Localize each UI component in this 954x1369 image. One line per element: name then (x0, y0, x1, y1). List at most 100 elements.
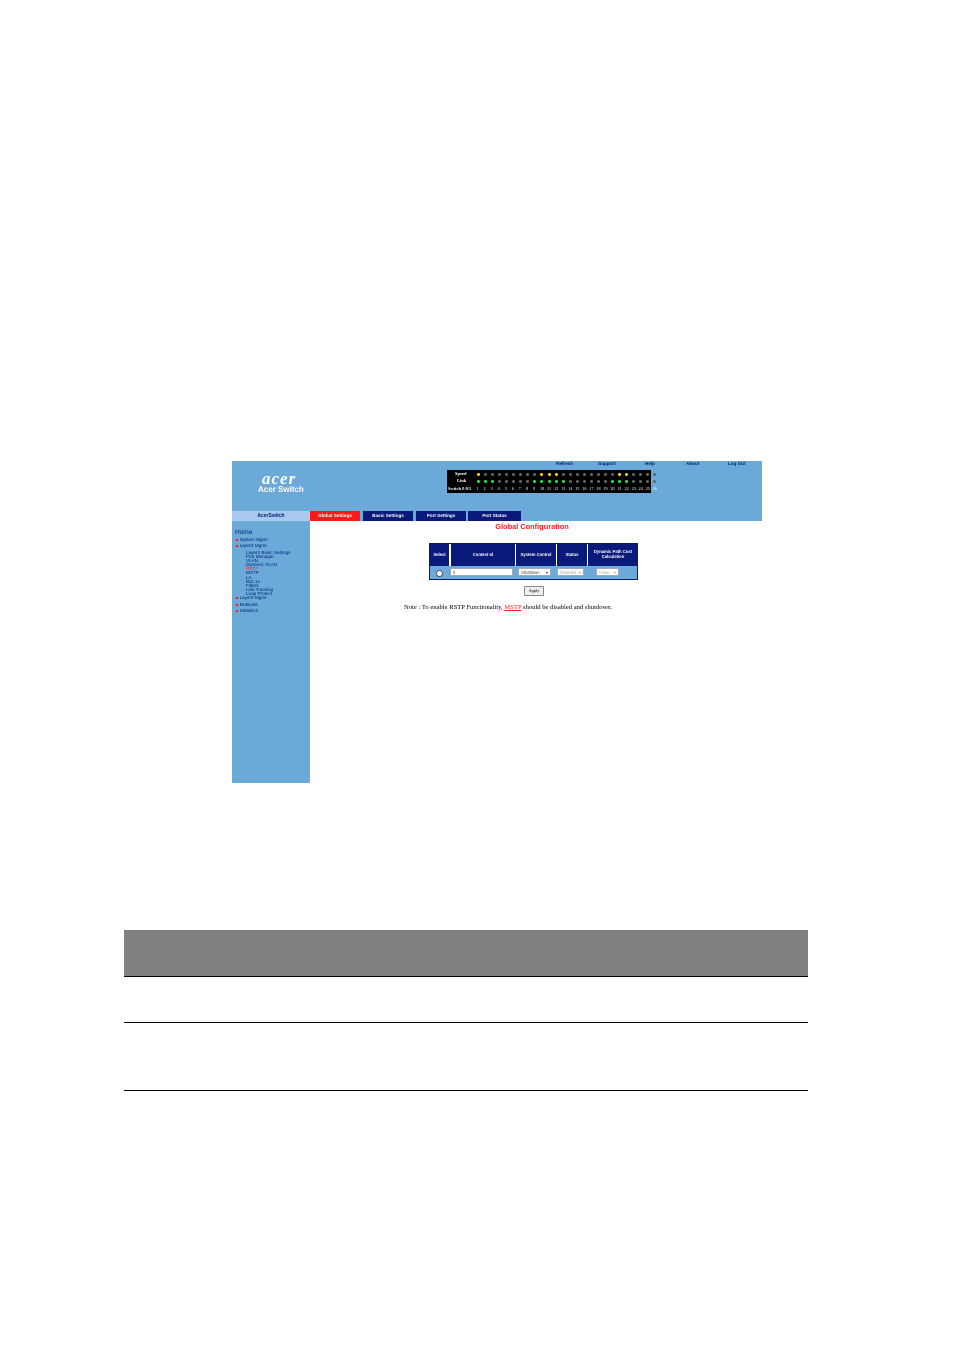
link-led (589, 480, 593, 483)
tab-global-settings[interactable]: Global Settings (310, 511, 360, 521)
speed-led (582, 473, 586, 476)
sidebar-item-label: System Mgmt (239, 537, 268, 542)
port-number: 21 (617, 486, 622, 491)
link-led (603, 480, 607, 483)
sidebar-item-layer3-mgmt[interactable]: ▶ Layer3 Mgmt (236, 595, 266, 600)
speed-led (547, 473, 551, 476)
product-name: Acer Switch (258, 485, 304, 494)
sidebar-item-system-mgmt[interactable]: ▶ System Mgmt (236, 537, 268, 542)
col-dynamic-path-cost: Dynamic Path Cost Calculation (587, 544, 638, 566)
speed-led (589, 473, 593, 476)
link-led (625, 480, 629, 483)
speed-led (568, 473, 572, 476)
mstp-link[interactable]: MSTP (504, 604, 521, 611)
table-rule (124, 1022, 808, 1023)
speed-led (526, 473, 530, 476)
speed-led (533, 473, 537, 476)
speed-led (575, 473, 579, 476)
top-link-about[interactable]: About (686, 461, 699, 466)
port-number: 17 (589, 486, 594, 491)
link-led (575, 480, 579, 483)
port-number: 5 (504, 486, 507, 491)
chevron-down-icon: ▾ (578, 570, 581, 575)
note-text: Note : To enable RSTP Functionality, MST… (404, 604, 612, 611)
link-led (610, 480, 614, 483)
link-led (512, 480, 516, 483)
speed-led (498, 473, 502, 476)
port-status-panel: Speed Link Switch 0 0/1 1 2 3 4 5 6 7 8 9 10 11 12 1… (447, 470, 657, 493)
speed-led (512, 473, 516, 476)
select-radio[interactable] (436, 570, 443, 577)
link-led (547, 480, 551, 483)
speed-led (477, 473, 480, 476)
link-led (646, 480, 650, 483)
speed-led (505, 473, 509, 476)
port-number: 13 (561, 486, 566, 491)
port-number: 19 (603, 486, 608, 491)
chevron-down-icon: ▾ (613, 570, 616, 575)
sidebar-item-statistics[interactable]: ▶ Statistics (236, 608, 258, 613)
col-system-control: System Control (515, 544, 556, 566)
speed-led (596, 473, 600, 476)
col-select: Select (430, 544, 449, 566)
link-led (526, 480, 530, 483)
col-status: Status (556, 544, 587, 566)
link-led (477, 480, 480, 483)
port-number: 16 (582, 486, 587, 491)
port-number: 15 (575, 486, 580, 491)
note-prefix: Note : To enable RSTP Functionality, (404, 604, 505, 611)
link-led (582, 480, 586, 483)
port-number: 18 (596, 486, 601, 491)
speed-led (554, 473, 558, 476)
speed-label: Speed (455, 471, 467, 476)
link-led (519, 480, 523, 483)
port-number: 9 (532, 486, 535, 491)
chevron-down-icon: ▾ (545, 570, 548, 575)
link-led (498, 480, 502, 483)
link-led (596, 480, 600, 483)
top-link-refresh[interactable]: Refresh (556, 461, 573, 466)
apply-button[interactable]: Apply (524, 586, 544, 596)
link-led (533, 480, 537, 483)
link-led (639, 480, 643, 483)
tab-port-status[interactable]: Port Status (468, 511, 521, 521)
sidebar-item-multicast[interactable]: ▶ Multicast (236, 602, 258, 607)
top-link-help[interactable]: Help (645, 461, 655, 466)
col-context-id: Context Id (450, 544, 515, 566)
sidebar-item-label: Layer2 Mgmt (239, 543, 267, 549)
top-link-log-out[interactable]: Log Out (728, 461, 746, 466)
link-led (491, 480, 495, 483)
tab-port-settings[interactable]: Port Settings (416, 511, 466, 521)
context-id-field[interactable]: 0 (450, 568, 513, 576)
port-number: 6 (511, 486, 514, 491)
port-number: 4 (497, 486, 500, 491)
speed-led (646, 473, 650, 476)
system-control-value: Shutdown (521, 570, 540, 575)
port-number: 12 (554, 486, 559, 491)
dynamic-path-cost-select[interactable]: False ▾ (596, 568, 619, 576)
port-number: 20 (610, 486, 615, 491)
speed-led (519, 473, 523, 476)
top-links: Refresh Support Help About Log Out (552, 461, 762, 469)
table-rule (124, 1090, 808, 1091)
sidebar: AcerSwitch Home ▶ System Mgmt ▶ Layer2 Mg… (232, 511, 310, 783)
port-number: 22 (624, 486, 629, 491)
nav-home[interactable]: Home (235, 529, 252, 536)
system-control-select[interactable]: Shutdown ▾ (518, 568, 551, 576)
sidebar-item-layer2-mgmt[interactable]: ▶ Layer2 Mgmt (236, 543, 266, 548)
speed-led (618, 473, 621, 476)
link-led (561, 480, 565, 483)
port-number: 2 (483, 486, 486, 491)
port-number: 23 (631, 486, 636, 491)
top-link-support[interactable]: Support (598, 461, 616, 466)
speed-led (632, 473, 636, 476)
ports-label: Switch 0 0/1 (448, 486, 472, 491)
document-table-header (124, 930, 808, 976)
tab-basic-settings[interactable]: Basic Settings (363, 511, 413, 521)
tab-bar: Global Settings Basic Settings Port Sett… (310, 511, 762, 521)
speed-led (484, 473, 488, 476)
table-rule (124, 976, 808, 977)
switch-web-ui-screenshot: acer Acer Switch Refresh Support Help About… (232, 461, 762, 783)
status-select[interactable]: Disabled ▾ (557, 568, 584, 576)
link-led (632, 480, 636, 483)
